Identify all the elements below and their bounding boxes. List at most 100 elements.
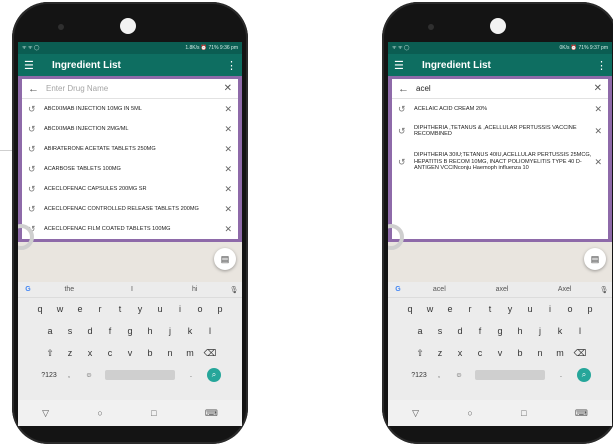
suggestion-item[interactable]: ↺ ABCIXIMAB INJECTION 10MG IN 5ML ✕ xyxy=(22,99,238,119)
emoji-key[interactable]: ☺ xyxy=(449,372,469,379)
key[interactable]: w xyxy=(50,304,70,314)
suggestion-item[interactable]: ↺ ABIRATERONE ACETATE TABLETS 250MG ✕ xyxy=(22,139,238,159)
key[interactable]: x xyxy=(450,348,470,358)
shift-key[interactable]: ⇧ xyxy=(410,348,430,359)
key[interactable]: t xyxy=(110,304,130,314)
suggestion-item[interactable]: ↺ ACARBOSE TABLETS 100MG ✕ xyxy=(22,159,238,179)
nav-recent-icon[interactable]: □ xyxy=(521,408,526,418)
search-go-icon[interactable]: ⌕ xyxy=(577,368,591,382)
key[interactable]: a xyxy=(40,326,60,336)
backspace-key[interactable]: ⌫ xyxy=(200,348,220,359)
backspace-key[interactable]: ⌫ xyxy=(570,348,590,359)
nav-back-icon[interactable]: ▽ xyxy=(42,408,49,419)
nav-recent-icon[interactable]: □ xyxy=(151,408,156,418)
suggestion-item[interactable]: ↺ ABCIXIMAB INJECTION 2MG/ML ✕ xyxy=(22,119,238,139)
key[interactable]: a xyxy=(410,326,430,336)
clear-icon[interactable]: ✕ xyxy=(592,83,602,94)
symbols-key[interactable]: ?123 xyxy=(39,372,59,379)
key[interactable]: b xyxy=(510,348,530,358)
key[interactable]: d xyxy=(450,326,470,336)
keyboard-suggestion[interactable]: Axel xyxy=(533,286,596,293)
space-key[interactable] xyxy=(475,370,545,380)
key[interactable]: w xyxy=(420,304,440,314)
remove-suggestion-icon[interactable]: ✕ xyxy=(592,126,602,137)
key[interactable]: r xyxy=(90,304,110,314)
key[interactable]: l xyxy=(570,326,590,336)
remove-suggestion-icon[interactable]: ✕ xyxy=(222,104,232,115)
key[interactable]: z xyxy=(60,348,80,358)
menu-icon[interactable]: ☰ xyxy=(24,59,42,72)
back-arrow-icon[interactable]: ← xyxy=(398,83,416,95)
key[interactable]: o xyxy=(560,304,580,314)
search-go-icon[interactable]: ⌕ xyxy=(207,368,221,382)
period-key[interactable]: . xyxy=(551,372,571,379)
key[interactable]: r xyxy=(460,304,480,314)
remove-suggestion-icon[interactable]: ✕ xyxy=(222,224,232,235)
key[interactable]: j xyxy=(530,326,550,336)
mic-icon[interactable]: 🎙 xyxy=(226,286,242,294)
key[interactable]: p xyxy=(580,304,600,314)
nav-home-icon[interactable]: ○ xyxy=(97,408,102,418)
key[interactable]: s xyxy=(430,326,450,336)
key[interactable]: y xyxy=(130,304,150,314)
keyboard-suggestion[interactable]: hi xyxy=(163,286,226,293)
menu-icon[interactable]: ☰ xyxy=(394,59,412,72)
key[interactable]: l xyxy=(200,326,220,336)
remove-suggestion-icon[interactable]: ✕ xyxy=(222,164,232,175)
key[interactable]: q xyxy=(30,304,50,314)
shift-key[interactable]: ⇧ xyxy=(40,348,60,359)
list-view-fab-icon[interactable]: ▤ xyxy=(584,248,606,270)
key[interactable]: z xyxy=(430,348,450,358)
key[interactable]: b xyxy=(140,348,160,358)
key[interactable]: q xyxy=(400,304,420,314)
key[interactable]: j xyxy=(160,326,180,336)
period-key[interactable]: . xyxy=(181,372,201,379)
key[interactable]: v xyxy=(120,348,140,358)
key[interactable]: k xyxy=(180,326,200,336)
more-icon[interactable]: ⋮ xyxy=(226,59,237,72)
search-input[interactable]: Enter Drug Name xyxy=(46,84,222,93)
key[interactable]: c xyxy=(470,348,490,358)
comma-key[interactable]: , xyxy=(429,372,449,379)
keyboard-suggestion[interactable]: acel xyxy=(408,286,471,293)
key[interactable]: e xyxy=(440,304,460,314)
key[interactable]: h xyxy=(510,326,530,336)
key[interactable]: u xyxy=(150,304,170,314)
suggestion-item[interactable]: ↺ DIPHTHERIA 30IU;TETANUS 40IU,ACELLULAR … xyxy=(392,143,608,181)
back-arrow-icon[interactable]: ← xyxy=(28,83,46,95)
key[interactable]: f xyxy=(100,326,120,336)
key[interactable]: x xyxy=(80,348,100,358)
clear-icon[interactable]: ✕ xyxy=(222,83,232,94)
key[interactable]: d xyxy=(80,326,100,336)
google-icon[interactable]: G xyxy=(18,286,38,293)
key[interactable]: k xyxy=(550,326,570,336)
google-icon[interactable]: G xyxy=(388,286,408,293)
key[interactable]: m xyxy=(550,348,570,358)
suggestion-item[interactable]: ↺ ACECLOFENAC CAPSULES 200MG SR ✕ xyxy=(22,179,238,199)
suggestion-item[interactable]: ↺ ACECLOFENAC FILM COATED TABLETS 100MG ✕ xyxy=(22,219,238,239)
suggestion-item[interactable]: ↺ ACECLOFENAC CONTROLLED RELEASE TABLETS … xyxy=(22,199,238,219)
remove-suggestion-icon[interactable]: ✕ xyxy=(222,184,232,195)
keyboard-switch-icon[interactable]: ⌨ xyxy=(205,408,218,419)
key[interactable]: s xyxy=(60,326,80,336)
emoji-key[interactable]: ☺ xyxy=(79,372,99,379)
remove-suggestion-icon[interactable]: ✕ xyxy=(592,104,602,115)
search-input[interactable]: acel xyxy=(416,84,592,93)
remove-suggestion-icon[interactable]: ✕ xyxy=(592,157,602,168)
key[interactable]: h xyxy=(140,326,160,336)
key[interactable]: g xyxy=(120,326,140,336)
nav-back-icon[interactable]: ▽ xyxy=(412,408,419,419)
keyboard-switch-icon[interactable]: ⌨ xyxy=(575,408,588,419)
key[interactable]: u xyxy=(520,304,540,314)
key[interactable]: y xyxy=(500,304,520,314)
key[interactable]: m xyxy=(180,348,200,358)
key[interactable]: e xyxy=(70,304,90,314)
key[interactable]: v xyxy=(490,348,510,358)
key[interactable]: t xyxy=(480,304,500,314)
remove-suggestion-icon[interactable]: ✕ xyxy=(222,124,232,135)
key[interactable]: i xyxy=(540,304,560,314)
remove-suggestion-icon[interactable]: ✕ xyxy=(222,144,232,155)
symbols-key[interactable]: ?123 xyxy=(409,372,429,379)
suggestion-item[interactable]: ↺ DIPHTHERIA ,TETANUS & ,ACELLULAR PERTUS… xyxy=(392,119,608,143)
key[interactable]: n xyxy=(530,348,550,358)
